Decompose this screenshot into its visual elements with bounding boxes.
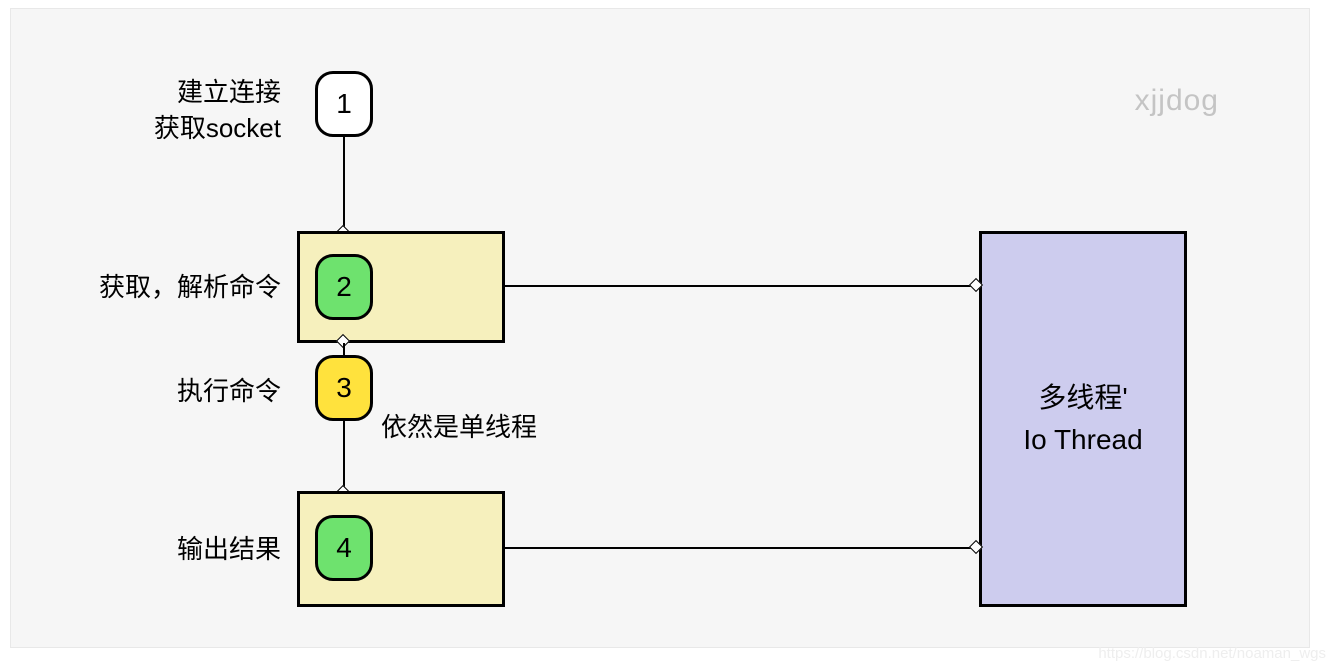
connector-3-4 <box>343 421 345 489</box>
step4-num: 4 <box>336 532 352 564</box>
step3-num: 3 <box>336 372 352 404</box>
step2-node: 2 <box>315 254 373 320</box>
step3-label: 执行命令 <box>121 373 281 409</box>
connector-1-2 <box>343 137 345 229</box>
step1-label: 建立连接 获取socket <box>71 74 281 147</box>
io-thread-box: 多线程' Io Thread <box>979 231 1187 607</box>
step1-node: 1 <box>315 71 373 137</box>
step4-node: 4 <box>315 515 373 581</box>
step1-label-line1: 建立连接 <box>177 77 281 107</box>
connector-box2-right <box>505 285 973 287</box>
watermark-top: xjjdog <box>1135 84 1219 118</box>
diagram-canvas: xjjdog 建立连接 获取socket 1 获取，解析命令 2 执行命令 3 … <box>10 8 1310 648</box>
io-thread-line1: 多线程' <box>1038 377 1127 419</box>
step3-node: 3 <box>315 355 373 421</box>
step3-annotation: 依然是单线程 <box>381 407 537 444</box>
step1-label-line2: 获取socket <box>154 113 281 143</box>
step2-label: 获取，解析命令 <box>51 269 281 305</box>
watermark-bottom: https://blog.csdn.net/noaman_wgs <box>1098 645 1326 662</box>
step2-num: 2 <box>336 271 352 303</box>
step1-num: 1 <box>336 88 352 120</box>
io-thread-line2: Io Thread <box>1023 419 1142 461</box>
step4-label: 输出结果 <box>111 531 281 567</box>
connector-2-3 <box>343 343 345 355</box>
connector-box4-right <box>505 547 973 549</box>
